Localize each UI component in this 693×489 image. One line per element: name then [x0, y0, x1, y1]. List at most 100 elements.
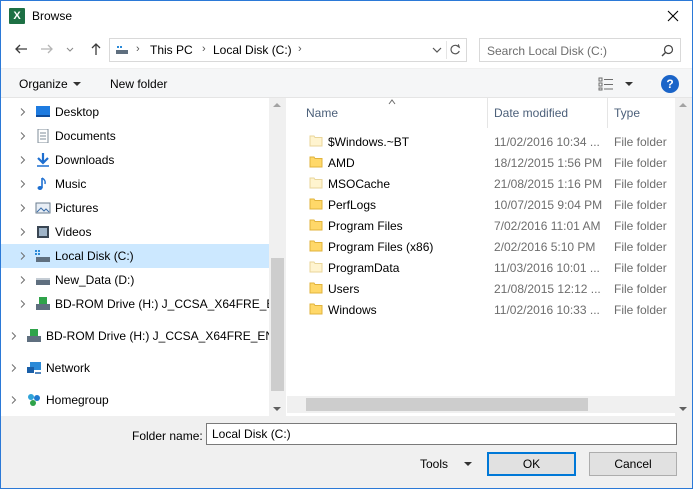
breadcrumb-this-pc[interactable]: This PC [150, 43, 193, 57]
file-type: File folder [614, 240, 667, 254]
file-list-scrollbar[interactable] [675, 98, 692, 416]
ok-button[interactable]: OK [487, 452, 576, 476]
expand-chevron-icon[interactable] [19, 252, 27, 260]
breadcrumb-chevron-icon: › [202, 43, 206, 55]
folder-name-input[interactable] [206, 423, 677, 445]
file-date-modified: 10/07/2015 9:04 PM [494, 198, 603, 212]
sidebar-item-bd-rom[interactable]: BD-ROM Drive (H:) J_CCSA_X64FRE_EN-US [1, 324, 285, 348]
folder-icon [309, 261, 323, 273]
sidebar-item-desktop[interactable]: Desktop [1, 100, 269, 124]
music-icon [37, 177, 46, 190]
scroll-up-icon[interactable] [679, 103, 687, 107]
downloads-icon [37, 153, 49, 167]
expand-chevron-icon[interactable] [19, 204, 27, 212]
sidebar-item-new-data-d[interactable]: New_Data (D:) [1, 268, 269, 292]
view-options-icon[interactable] [598, 77, 614, 91]
close-icon[interactable] [664, 7, 682, 25]
file-type: File folder [614, 219, 667, 233]
scrollbar-thumb[interactable] [271, 258, 284, 391]
expand-chevron-icon[interactable] [19, 180, 27, 188]
folder-icon [309, 240, 323, 252]
sidebar-item-label: Downloads [55, 153, 115, 167]
folder-icon [309, 282, 323, 294]
column-header-type[interactable]: Type [608, 98, 678, 128]
sidebar-item-bd-rom-nested[interactable]: BD-ROM Drive (H:) J_CCSA_X64FRE_EN-U [1, 292, 285, 316]
column-header-date-modified[interactable]: Date modified [488, 98, 607, 128]
title-bar: X Browse [1, 1, 692, 32]
documents-icon [37, 129, 49, 143]
breadcrumb-local-disk[interactable]: Local Disk (C:) [213, 43, 292, 57]
tools-dropdown-icon[interactable] [464, 462, 472, 466]
help-button[interactable]: ? [661, 75, 679, 93]
new-folder-button[interactable]: New folder [110, 77, 167, 91]
bd-rom-icon [36, 297, 50, 310]
search-icon[interactable] [661, 44, 674, 57]
column-header-label: Type [614, 106, 641, 120]
sidebar-item-downloads[interactable]: Downloads [1, 148, 269, 172]
expand-chevron-icon[interactable] [10, 364, 18, 372]
sidebar-item-videos[interactable]: Videos [1, 220, 269, 244]
refresh-icon[interactable] [446, 41, 464, 59]
table-row[interactable]: Program Files (x86) 2/02/2016 5:10 PM File… [287, 236, 687, 257]
expand-chevron-icon[interactable] [19, 228, 27, 236]
window-title: Browse [32, 9, 73, 23]
network-icon [27, 362, 41, 374]
sidebar-item-pictures[interactable]: Pictures [1, 196, 269, 220]
expand-chevron-icon[interactable] [10, 396, 18, 404]
expand-chevron-icon[interactable] [19, 108, 27, 116]
cancel-button[interactable]: Cancel [589, 452, 677, 476]
organize-dropdown-icon[interactable] [73, 82, 81, 86]
column-header-name[interactable]: Name [287, 98, 487, 128]
file-type: File folder [614, 198, 667, 212]
back-arrow-icon[interactable] [12, 40, 30, 58]
file-name: $Windows.~BT [328, 135, 410, 149]
scroll-up-icon[interactable] [273, 103, 281, 107]
column-header-label: Name [306, 106, 339, 120]
navigation-pane-scrollbar[interactable] [269, 98, 285, 416]
sidebar-item-network[interactable]: Network [1, 356, 269, 380]
expand-chevron-icon[interactable] [19, 276, 27, 284]
table-row[interactable]: MSOCache 21/08/2015 1:16 PM File folder [287, 173, 687, 194]
sidebar-item-homegroup[interactable]: Homegroup [1, 388, 269, 412]
sidebar-item-label: Music [55, 177, 87, 191]
command-toolbar: Organize New folder ? [1, 68, 692, 98]
expand-chevron-icon[interactable] [10, 332, 18, 340]
expand-chevron-icon[interactable] [19, 132, 27, 140]
address-dropdown-icon[interactable] [430, 43, 444, 57]
table-row[interactable]: PerfLogs 10/07/2015 9:04 PM File folder [287, 194, 687, 215]
scrollbar-thumb[interactable] [306, 398, 588, 411]
breadcrumb-chevron-icon[interactable]: › [298, 43, 302, 55]
file-name: Program Files [328, 219, 403, 233]
sidebar-item-local-disk-c[interactable]: Local Disk (C:) [1, 244, 269, 268]
table-row[interactable]: AMD 18/12/2015 1:56 PM File folder [287, 152, 687, 173]
file-type: File folder [614, 261, 667, 275]
forward-arrow-icon[interactable] [38, 40, 56, 58]
sidebar-item-documents[interactable]: Documents [1, 124, 269, 148]
file-name: AMD [328, 156, 355, 170]
folder-name-label: Folder name: [132, 429, 203, 443]
dialog-footer: Folder name: Tools OK Cancel [1, 416, 692, 488]
sidebar-item-music[interactable]: Music [1, 172, 269, 196]
expand-chevron-icon[interactable] [19, 156, 27, 164]
scroll-down-icon[interactable] [679, 407, 687, 411]
recent-locations-chevron-icon[interactable] [64, 40, 76, 58]
horizontal-scrollbar[interactable] [287, 396, 675, 413]
sidebar-item-label: BD-ROM Drive (H:) J_CCSA_X64FRE_EN-U [55, 297, 286, 311]
scroll-down-icon[interactable] [273, 407, 281, 411]
folder-icon [309, 219, 323, 231]
address-bar[interactable]: › This PC › Local Disk (C:) › [109, 38, 467, 62]
view-dropdown-icon[interactable] [625, 82, 633, 86]
expand-chevron-icon[interactable] [19, 300, 27, 308]
organize-button[interactable]: Organize [19, 77, 68, 91]
tools-button[interactable]: Tools [420, 457, 448, 471]
table-row[interactable]: Users 21/08/2015 12:12 ... File folder [287, 278, 687, 299]
table-row[interactable]: ProgramData 11/03/2016 10:01 ... File fold… [287, 257, 687, 278]
table-row[interactable]: Windows 11/02/2016 10:33 ... File folder [287, 299, 687, 320]
pictures-icon [35, 202, 51, 214]
table-row[interactable]: $Windows.~BT 11/02/2016 10:34 ... File fol… [287, 131, 687, 152]
sidebar-item-label: Videos [55, 225, 92, 239]
table-row[interactable]: Program Files 7/02/2016 11:01 AM File fold… [287, 215, 687, 236]
homegroup-icon [28, 394, 40, 406]
up-arrow-icon[interactable] [87, 40, 105, 58]
search-input[interactable]: Search Local Disk (C:) [479, 38, 681, 62]
